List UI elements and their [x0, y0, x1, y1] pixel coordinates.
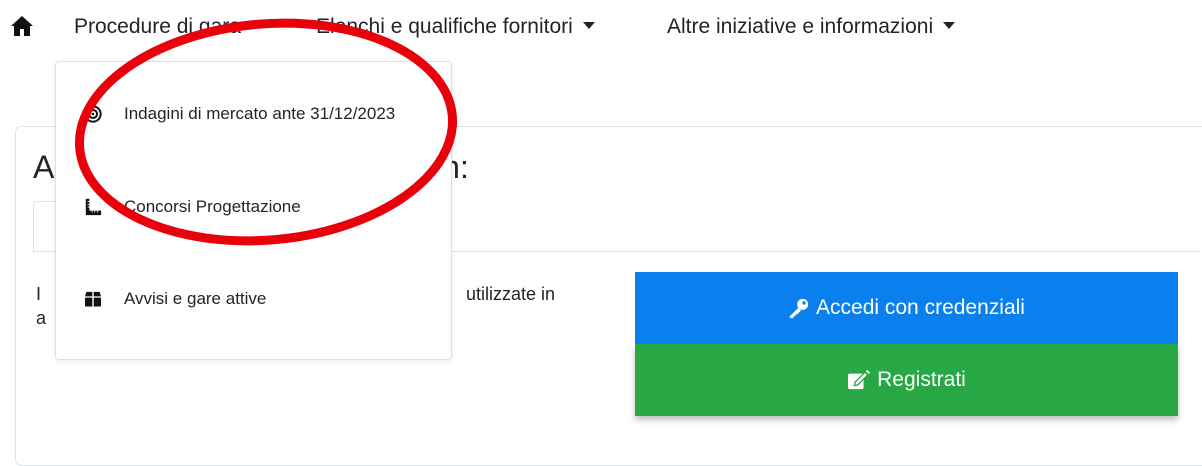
nav-item-procedure-di-gara[interactable]: Procedure di gara [74, 15, 263, 39]
dropdown-item-indagini-mercato[interactable]: Indagini di mercato ante 31/12/2023 [84, 99, 395, 129]
login-button[interactable]: Accedi con credenziali [635, 272, 1178, 344]
text-line2-start: a [36, 308, 47, 328]
procedure-dropdown-menu: Indagini di mercato ante 31/12/2023 Conc… [55, 61, 452, 360]
nav-item-elenchi-fornitori[interactable]: Elenchi e qualifiche fornitori [316, 15, 595, 39]
edit-icon [848, 369, 871, 390]
text-line1-start: I [36, 284, 42, 304]
login-button-label: Accedi con credenziali [816, 296, 1025, 319]
register-button[interactable]: Registrati [635, 344, 1178, 416]
nav-item-altre-iniziative[interactable]: Altre iniziative e informazioni [667, 15, 956, 39]
caret-down-icon [943, 21, 956, 29]
key-icon [789, 298, 809, 319]
dropdown-item-label: Avvisi e gare attive [124, 289, 267, 308]
home-icon[interactable] [10, 14, 34, 38]
dropdown-item-avvisi-gare[interactable]: Avvisi e gare attive [84, 284, 266, 314]
nav-item-label: Altre iniziative e informazioni [667, 15, 934, 38]
text-line1-end: utilizzate in [466, 284, 556, 304]
dropdown-item-label: Concorsi Progettazione [124, 197, 301, 216]
caret-down-icon [250, 21, 263, 29]
ruler-icon [85, 198, 102, 216]
box-icon [85, 291, 101, 307]
dropdown-item-label: Indagini di mercato ante 31/12/2023 [124, 104, 396, 123]
register-button-label: Registrati [877, 368, 966, 391]
bullseye-icon [84, 105, 102, 123]
dropdown-item-concorsi-progettazione[interactable]: Concorsi Progettazione [84, 192, 301, 222]
card-title-start: A [33, 149, 55, 185]
caret-down-icon [582, 21, 595, 29]
nav-item-label: Elenchi e qualifiche fornitori [316, 15, 573, 38]
nav-item-label: Procedure di gara [74, 15, 241, 38]
top-navbar: Procedure di gara Elenchi e qualifiche f… [0, 0, 1202, 58]
